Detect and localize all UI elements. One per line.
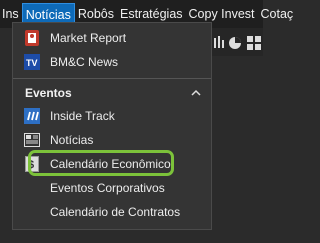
section-eventos[interactable]: Eventos (13, 81, 211, 105)
tv-icon: TV (24, 54, 40, 70)
section-title: Eventos (25, 86, 72, 100)
menu-item-eventos-corporativos[interactable]: Eventos Corporativos (13, 176, 211, 200)
menu-item-label: Market Report (50, 31, 127, 45)
divider (13, 78, 211, 79)
menu-item-market-report[interactable]: Market Report (13, 26, 211, 50)
grid-icon[interactable] (247, 36, 261, 53)
menu-item-inside-track[interactable]: Inside Track (13, 104, 211, 128)
bar-chart-icon[interactable] (214, 36, 224, 51)
menu-cotacoes[interactable]: Cotaç (258, 3, 297, 25)
market-report-icon (24, 30, 40, 46)
svg-text:TV: TV (26, 58, 38, 68)
menu-item-label: Eventos Corporativos (50, 181, 165, 195)
menu-item-label: BM&C News (50, 55, 119, 69)
highlight-outline (28, 150, 174, 176)
menu-item-calendario-contratos[interactable]: Calendário de Contratos (13, 200, 211, 224)
newspaper-icon (24, 132, 40, 148)
menu-item-label: Notícias (50, 133, 94, 147)
menu-item-noticias[interactable]: Notícias (13, 128, 211, 152)
menu-item-bmc-news[interactable]: TV BM&C News (13, 50, 211, 74)
menu-item-label: Inside Track (50, 109, 115, 123)
pie-chart-icon[interactable] (228, 36, 242, 53)
chevron-up-icon[interactable] (191, 86, 201, 100)
noticias-dropdown: Market Report TV BM&C News Eventos Insid… (12, 22, 212, 230)
inside-track-icon (24, 108, 40, 124)
menu-item-label: Calendário de Contratos (50, 205, 181, 219)
